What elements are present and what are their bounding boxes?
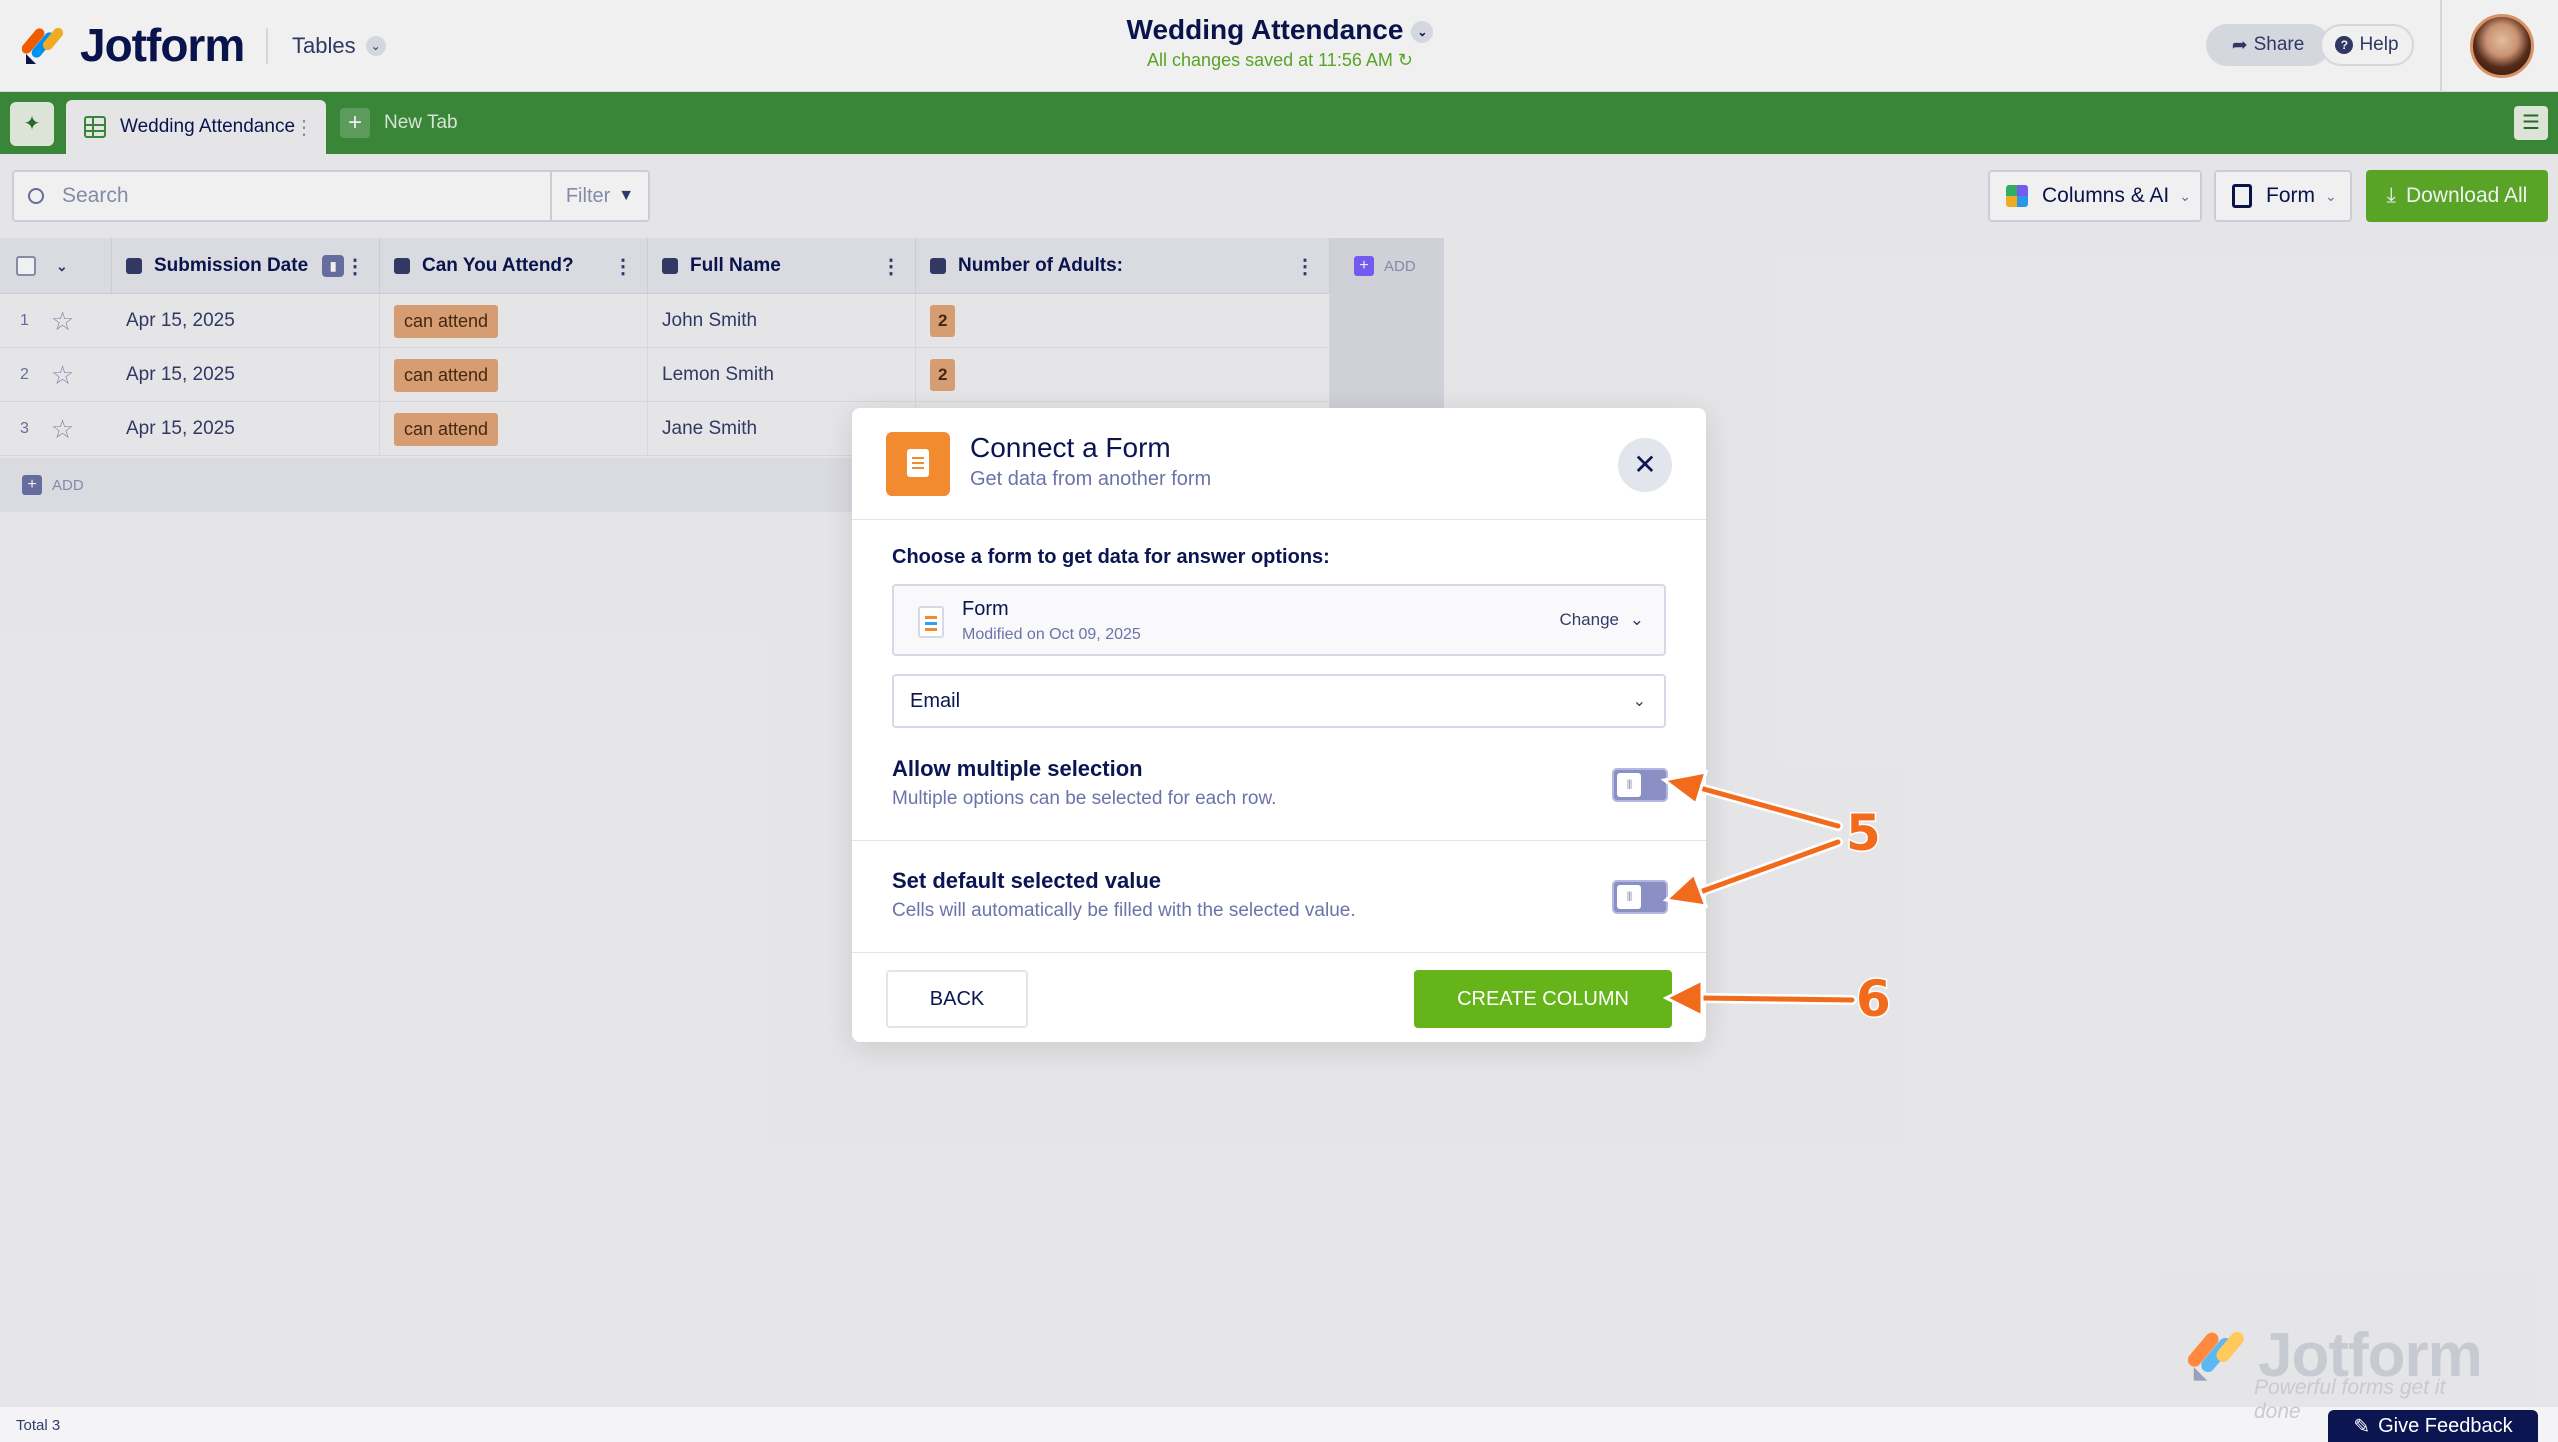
divider [852,952,1706,953]
feedback-label: Give Feedback [2378,1414,2513,1437]
default-value-title: Set default selected value [892,868,1161,893]
choose-form-label: Choose a form to get data for answer opt… [892,546,1330,568]
back-button[interactable]: BACK [886,970,1028,1028]
multiple-selection-toggle[interactable]: ||| [1612,768,1668,802]
multiple-selection-title: Allow multiple selection [892,756,1143,781]
field-select[interactable]: Email ⌄ [892,674,1666,728]
change-label: Change [1559,610,1620,629]
step-5-label: 5 [1845,803,1883,864]
jotform-logo-icon [2188,1331,2244,1381]
selected-form-name: Form [962,598,1009,620]
dialog-header: Connect a Form Get data from another for… [852,408,1706,520]
chevron-down-icon: ⌄ [1629,610,1644,629]
toggle-knob: ||| [1617,773,1641,797]
multiple-selection-desc: Multiple options can be selected for eac… [892,788,1277,809]
dialog-title: Connect a Form [970,432,1171,463]
total-count: Total 3 [16,1417,61,1434]
close-icon[interactable]: ✕ [1618,438,1672,492]
create-column-button[interactable]: CREATE COLUMN [1414,970,1672,1028]
give-feedback-button[interactable]: ✎ Give Feedback [2328,1410,2538,1442]
chevron-down-icon: ⌄ [1632,693,1646,710]
feedback-icon: ✎ [2353,1415,2371,1438]
step-6-label: 6 [1855,969,1893,1030]
jotform-watermark: Jotform Powerful forms get it done [2186,1320,2496,1423]
dialog-subtitle: Get data from another form [970,468,1212,490]
default-value-toggle[interactable]: ||| [1612,880,1668,914]
form-icon [918,606,944,638]
divider [852,840,1706,841]
toggle-knob: ||| [1617,885,1641,909]
status-bar: Total 3 [0,1406,2558,1442]
field-select-value: Email [910,689,961,712]
default-value-desc: Cells will automatically be filled with … [892,900,1356,921]
form-document-icon [886,432,950,496]
selected-form-modified: Modified on Oct 09, 2025 [962,626,1141,643]
connect-form-dialog: Connect a Form Get data from another for… [852,408,1706,1042]
form-picker[interactable]: Form Modified on Oct 09, 2025 Change ⌄ [892,584,1666,656]
change-form-button[interactable]: Change ⌄ [1559,610,1644,630]
